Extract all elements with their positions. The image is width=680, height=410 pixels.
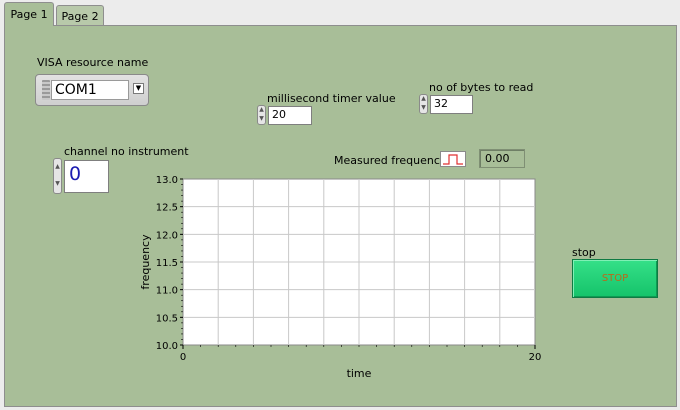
- visa-resource-field[interactable]: COM1: [51, 80, 129, 100]
- y-tick-label: 11.5: [156, 258, 178, 269]
- frequency-chart: 10.0 10.5 11.0 11.5 12.0 12.5 13.0 0 20 time frequ…: [140, 175, 542, 380]
- bytes-label: no of bytes to read: [429, 81, 534, 94]
- tab-page-2[interactable]: Page 2: [56, 5, 104, 26]
- dropdown-arrow-icon[interactable]: ▼: [133, 83, 144, 94]
- y-axis-label: frequency: [140, 234, 152, 290]
- y-tick-label: 10.0: [156, 341, 178, 352]
- stop-button-text: STOP: [601, 273, 629, 284]
- y-tick-label: 11.0: [156, 286, 178, 297]
- x-axis-label: time: [347, 367, 372, 380]
- y-tick-label: 12.5: [156, 203, 178, 214]
- x-tick-label: 0: [180, 352, 186, 363]
- bytes-input[interactable]: 32: [430, 95, 473, 114]
- channel-label: channel no instrument: [64, 145, 189, 158]
- timer-label: millisecond timer value: [267, 92, 396, 105]
- increment-icon[interactable]: ▲: [258, 106, 265, 115]
- timer-input[interactable]: 20: [268, 106, 312, 125]
- channel-spinner[interactable]: ▲ ▼: [53, 158, 62, 194]
- y-tick-label: 13.0: [156, 175, 178, 186]
- tab-label: Page 2: [61, 9, 99, 23]
- visa-label: VISA resource name: [37, 56, 149, 69]
- square-wave-icon: [440, 151, 466, 167]
- measured-frequency-label: Measured frequency: [334, 154, 447, 167]
- tab-label: Page 1: [10, 8, 48, 21]
- y-tick-label: 12.0: [156, 230, 178, 241]
- timer-spinner[interactable]: ▲ ▼: [257, 105, 266, 125]
- grip-icon: [42, 80, 50, 100]
- increment-icon[interactable]: ▲: [54, 159, 61, 176]
- bytes-spinner[interactable]: ▲ ▼: [419, 94, 428, 114]
- tab-page-1[interactable]: Page 1: [4, 2, 54, 26]
- decrement-icon[interactable]: ▼: [258, 115, 265, 124]
- increment-icon[interactable]: ▲: [420, 95, 427, 104]
- x-tick-label: 20: [529, 352, 542, 363]
- channel-input[interactable]: 0: [64, 160, 109, 193]
- decrement-icon[interactable]: ▼: [420, 104, 427, 113]
- decrement-icon[interactable]: ▼: [54, 176, 61, 193]
- stop-button[interactable]: STOP: [572, 259, 658, 298]
- stop-label: stop: [572, 246, 596, 259]
- visa-resource-control[interactable]: COM1 ▼: [35, 74, 149, 106]
- y-tick-label: 10.5: [156, 313, 178, 324]
- measured-frequency-indicator: 0.00: [479, 149, 525, 168]
